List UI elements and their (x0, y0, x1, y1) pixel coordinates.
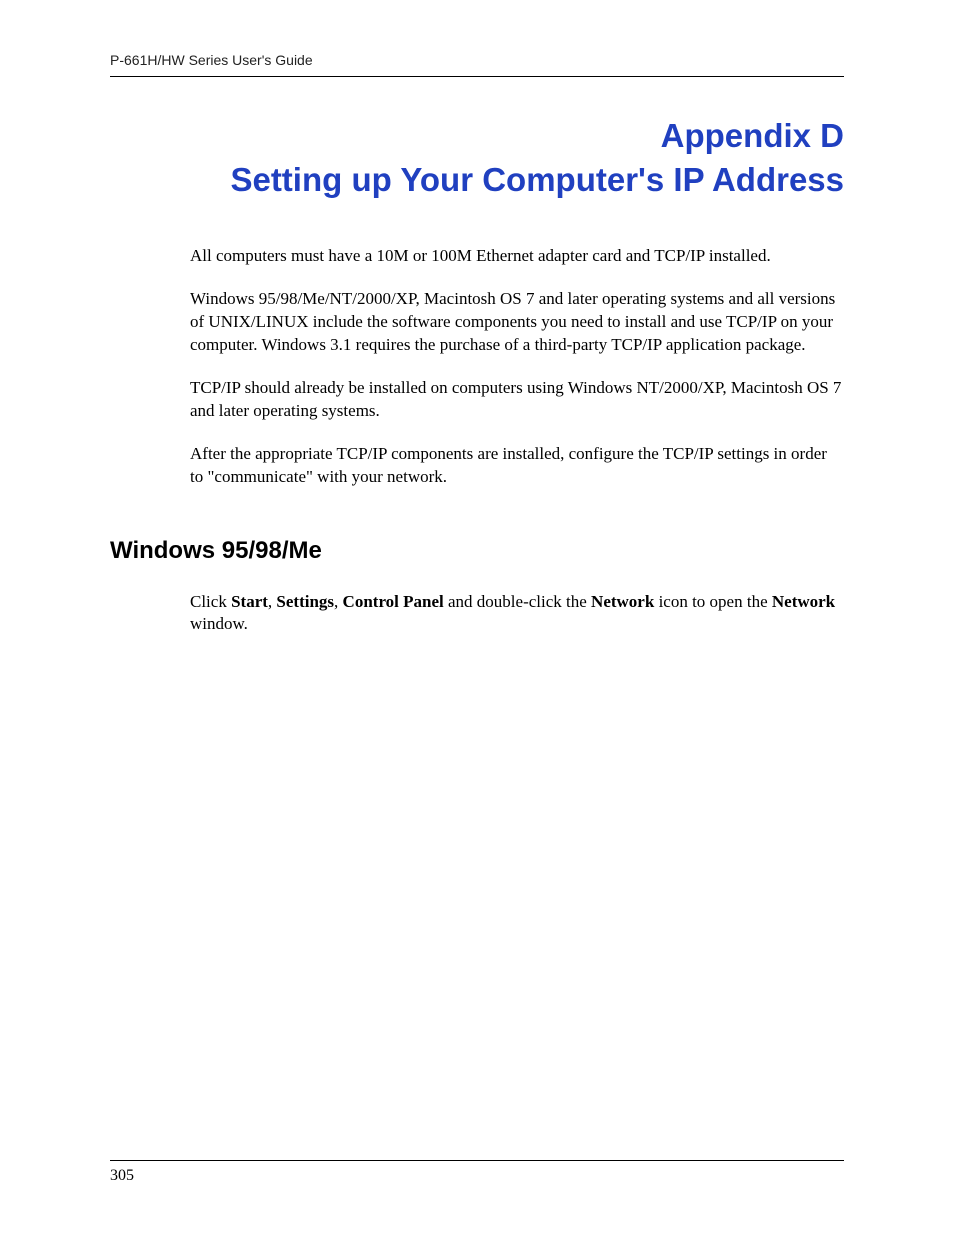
footer-rule (110, 1160, 844, 1161)
paragraph-2: Windows 95/98/Me/NT/2000/XP, Macintosh O… (190, 288, 844, 357)
header-guide-title: P-661H/HW Series User's Guide (110, 52, 844, 68)
instr-bold-settings: Settings (276, 592, 334, 611)
instr-bold-control-panel: Control Panel (343, 592, 444, 611)
paragraph-1: All computers must have a 10M or 100M Et… (190, 245, 844, 268)
instr-bold-start: Start (231, 592, 268, 611)
header-rule (110, 76, 844, 77)
instr-text-3: , (334, 592, 343, 611)
instr-text-1: Click (190, 592, 231, 611)
instruction-paragraph: Click Start, Settings, Control Panel and… (190, 591, 844, 637)
body-block: All computers must have a 10M or 100M Et… (190, 245, 844, 489)
instr-text-4: and double-click the (444, 592, 591, 611)
appendix-title: Setting up Your Computer's IP Address (110, 161, 844, 199)
footer: 305 (110, 1160, 844, 1185)
instr-bold-network-1: Network (591, 592, 654, 611)
instruction-block: Click Start, Settings, Control Panel and… (190, 591, 844, 637)
instr-bold-network-2: Network (772, 592, 835, 611)
paragraph-4: After the appropriate TCP/IP components … (190, 443, 844, 489)
page-number: 305 (110, 1167, 844, 1185)
appendix-label: Appendix D (110, 117, 844, 155)
instr-text-5: icon to open the (654, 592, 772, 611)
document-page: P-661H/HW Series User's Guide Appendix D… (0, 0, 954, 1235)
section-heading-windows: Windows 95/98/Me (110, 537, 844, 565)
instr-text-6: window. (190, 614, 248, 633)
paragraph-3: TCP/IP should already be installed on co… (190, 377, 844, 423)
